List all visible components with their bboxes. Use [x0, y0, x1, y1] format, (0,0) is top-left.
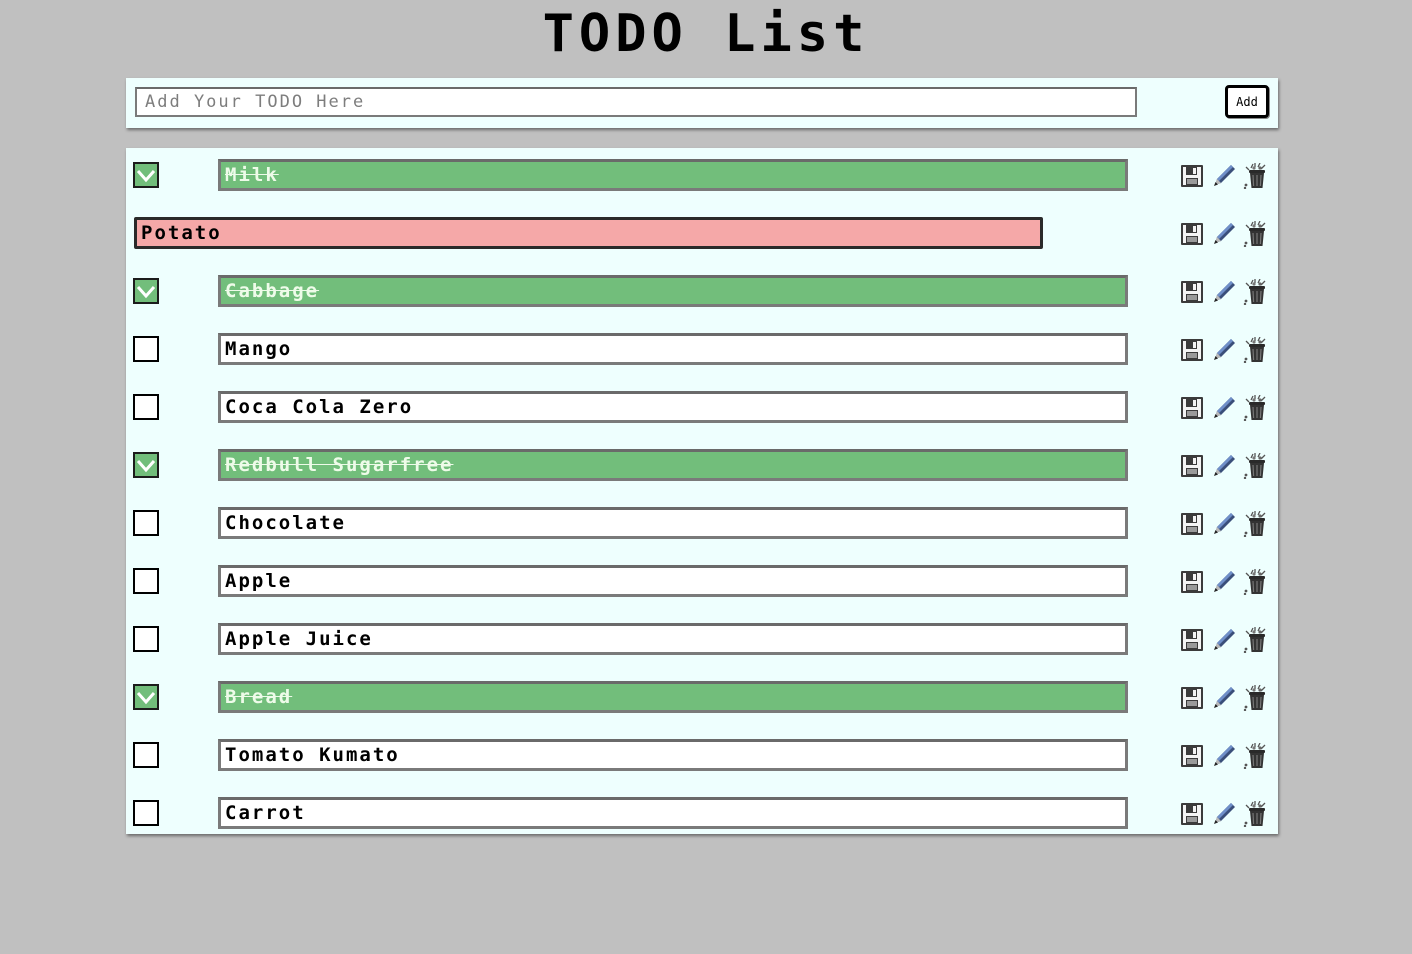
floppy-disk-icon[interactable] — [1179, 163, 1205, 189]
todo-row: Bread — [126, 674, 1278, 714]
pencil-icon[interactable] — [1211, 511, 1237, 537]
floppy-disk-icon[interactable] — [1179, 395, 1205, 421]
todo-text-field[interactable]: Bread — [218, 681, 1128, 713]
todo-text-field[interactable]: Milk — [218, 159, 1128, 191]
trash-can-icon[interactable] — [1243, 626, 1269, 654]
todo-row: Tomato Kumato — [126, 732, 1278, 772]
todo-text-field[interactable]: Carrot — [218, 797, 1128, 829]
todo-checkbox[interactable] — [133, 278, 159, 304]
todo-row: Apple Juice — [126, 616, 1278, 656]
pencil-icon[interactable] — [1211, 279, 1237, 305]
todo-input[interactable] — [135, 87, 1137, 117]
todo-text-field[interactable]: Apple — [218, 565, 1128, 597]
floppy-disk-icon[interactable] — [1179, 279, 1205, 305]
todo-text-field[interactable]: Chocolate — [218, 507, 1128, 539]
add-todo-panel: Add — [126, 78, 1278, 128]
trash-can-icon[interactable] — [1243, 800, 1269, 828]
floppy-disk-icon[interactable] — [1179, 627, 1205, 653]
trash-can-icon[interactable] — [1243, 510, 1269, 538]
add-button[interactable]: Add — [1225, 85, 1269, 118]
floppy-disk-icon[interactable] — [1179, 685, 1205, 711]
todo-text-field[interactable]: Coca Cola Zero — [218, 391, 1128, 423]
todo-row: Chocolate — [126, 500, 1278, 540]
floppy-disk-icon[interactable] — [1179, 337, 1205, 363]
todo-checkbox[interactable] — [133, 568, 159, 594]
pencil-icon[interactable] — [1211, 569, 1237, 595]
todo-row: Redbull Sugarfree — [126, 442, 1278, 482]
pencil-icon[interactable] — [1211, 685, 1237, 711]
todo-checkbox[interactable] — [133, 394, 159, 420]
todo-text-field[interactable]: Redbull Sugarfree — [218, 449, 1128, 481]
floppy-disk-icon[interactable] — [1179, 569, 1205, 595]
pencil-icon[interactable] — [1211, 801, 1237, 827]
trash-can-icon[interactable] — [1243, 278, 1269, 306]
floppy-disk-icon[interactable] — [1179, 511, 1205, 537]
pencil-icon[interactable] — [1211, 395, 1237, 421]
todo-row: Potato — [126, 210, 1278, 250]
floppy-disk-icon[interactable] — [1179, 453, 1205, 479]
todo-checkbox[interactable] — [133, 452, 159, 478]
trash-can-icon[interactable] — [1243, 452, 1269, 480]
trash-can-icon[interactable] — [1243, 742, 1269, 770]
todo-edit-field[interactable]: Potato — [134, 217, 1043, 249]
todo-text-field[interactable]: Mango — [218, 333, 1128, 365]
pencil-icon[interactable] — [1211, 163, 1237, 189]
pencil-icon[interactable] — [1211, 743, 1237, 769]
todo-row: Milk — [126, 152, 1278, 192]
todo-checkbox[interactable] — [133, 336, 159, 362]
pencil-icon[interactable] — [1211, 337, 1237, 363]
todo-checkbox[interactable] — [133, 684, 159, 710]
trash-can-icon[interactable] — [1243, 568, 1269, 596]
floppy-disk-icon[interactable] — [1179, 801, 1205, 827]
todo-list: Milk Potato Cabbage Mango Coca Cola Zero Redb… — [126, 148, 1278, 834]
todo-row: Cabbage — [126, 268, 1278, 308]
todo-checkbox[interactable] — [133, 626, 159, 652]
pencil-icon[interactable] — [1211, 627, 1237, 653]
todo-row: Apple — [126, 558, 1278, 598]
pencil-icon[interactable] — [1211, 453, 1237, 479]
todo-row: Coca Cola Zero — [126, 384, 1278, 424]
todo-checkbox[interactable] — [133, 742, 159, 768]
trash-can-icon[interactable] — [1243, 684, 1269, 712]
todo-text-field[interactable]: Apple Juice — [218, 623, 1128, 655]
page-title: TODO List — [542, 4, 870, 64]
floppy-disk-icon[interactable] — [1179, 743, 1205, 769]
todo-row: Carrot — [126, 790, 1278, 830]
todo-checkbox[interactable] — [133, 800, 159, 826]
todo-checkbox[interactable] — [133, 162, 159, 188]
pencil-icon[interactable] — [1211, 221, 1237, 247]
floppy-disk-icon[interactable] — [1179, 221, 1205, 247]
trash-can-icon[interactable] — [1243, 394, 1269, 422]
todo-row: Mango — [126, 326, 1278, 366]
trash-can-icon[interactable] — [1243, 162, 1269, 190]
todo-text-field[interactable]: Tomato Kumato — [218, 739, 1128, 771]
todo-checkbox[interactable] — [133, 510, 159, 536]
trash-can-icon[interactable] — [1243, 220, 1269, 248]
trash-can-icon[interactable] — [1243, 336, 1269, 364]
todo-text-field[interactable]: Cabbage — [218, 275, 1128, 307]
